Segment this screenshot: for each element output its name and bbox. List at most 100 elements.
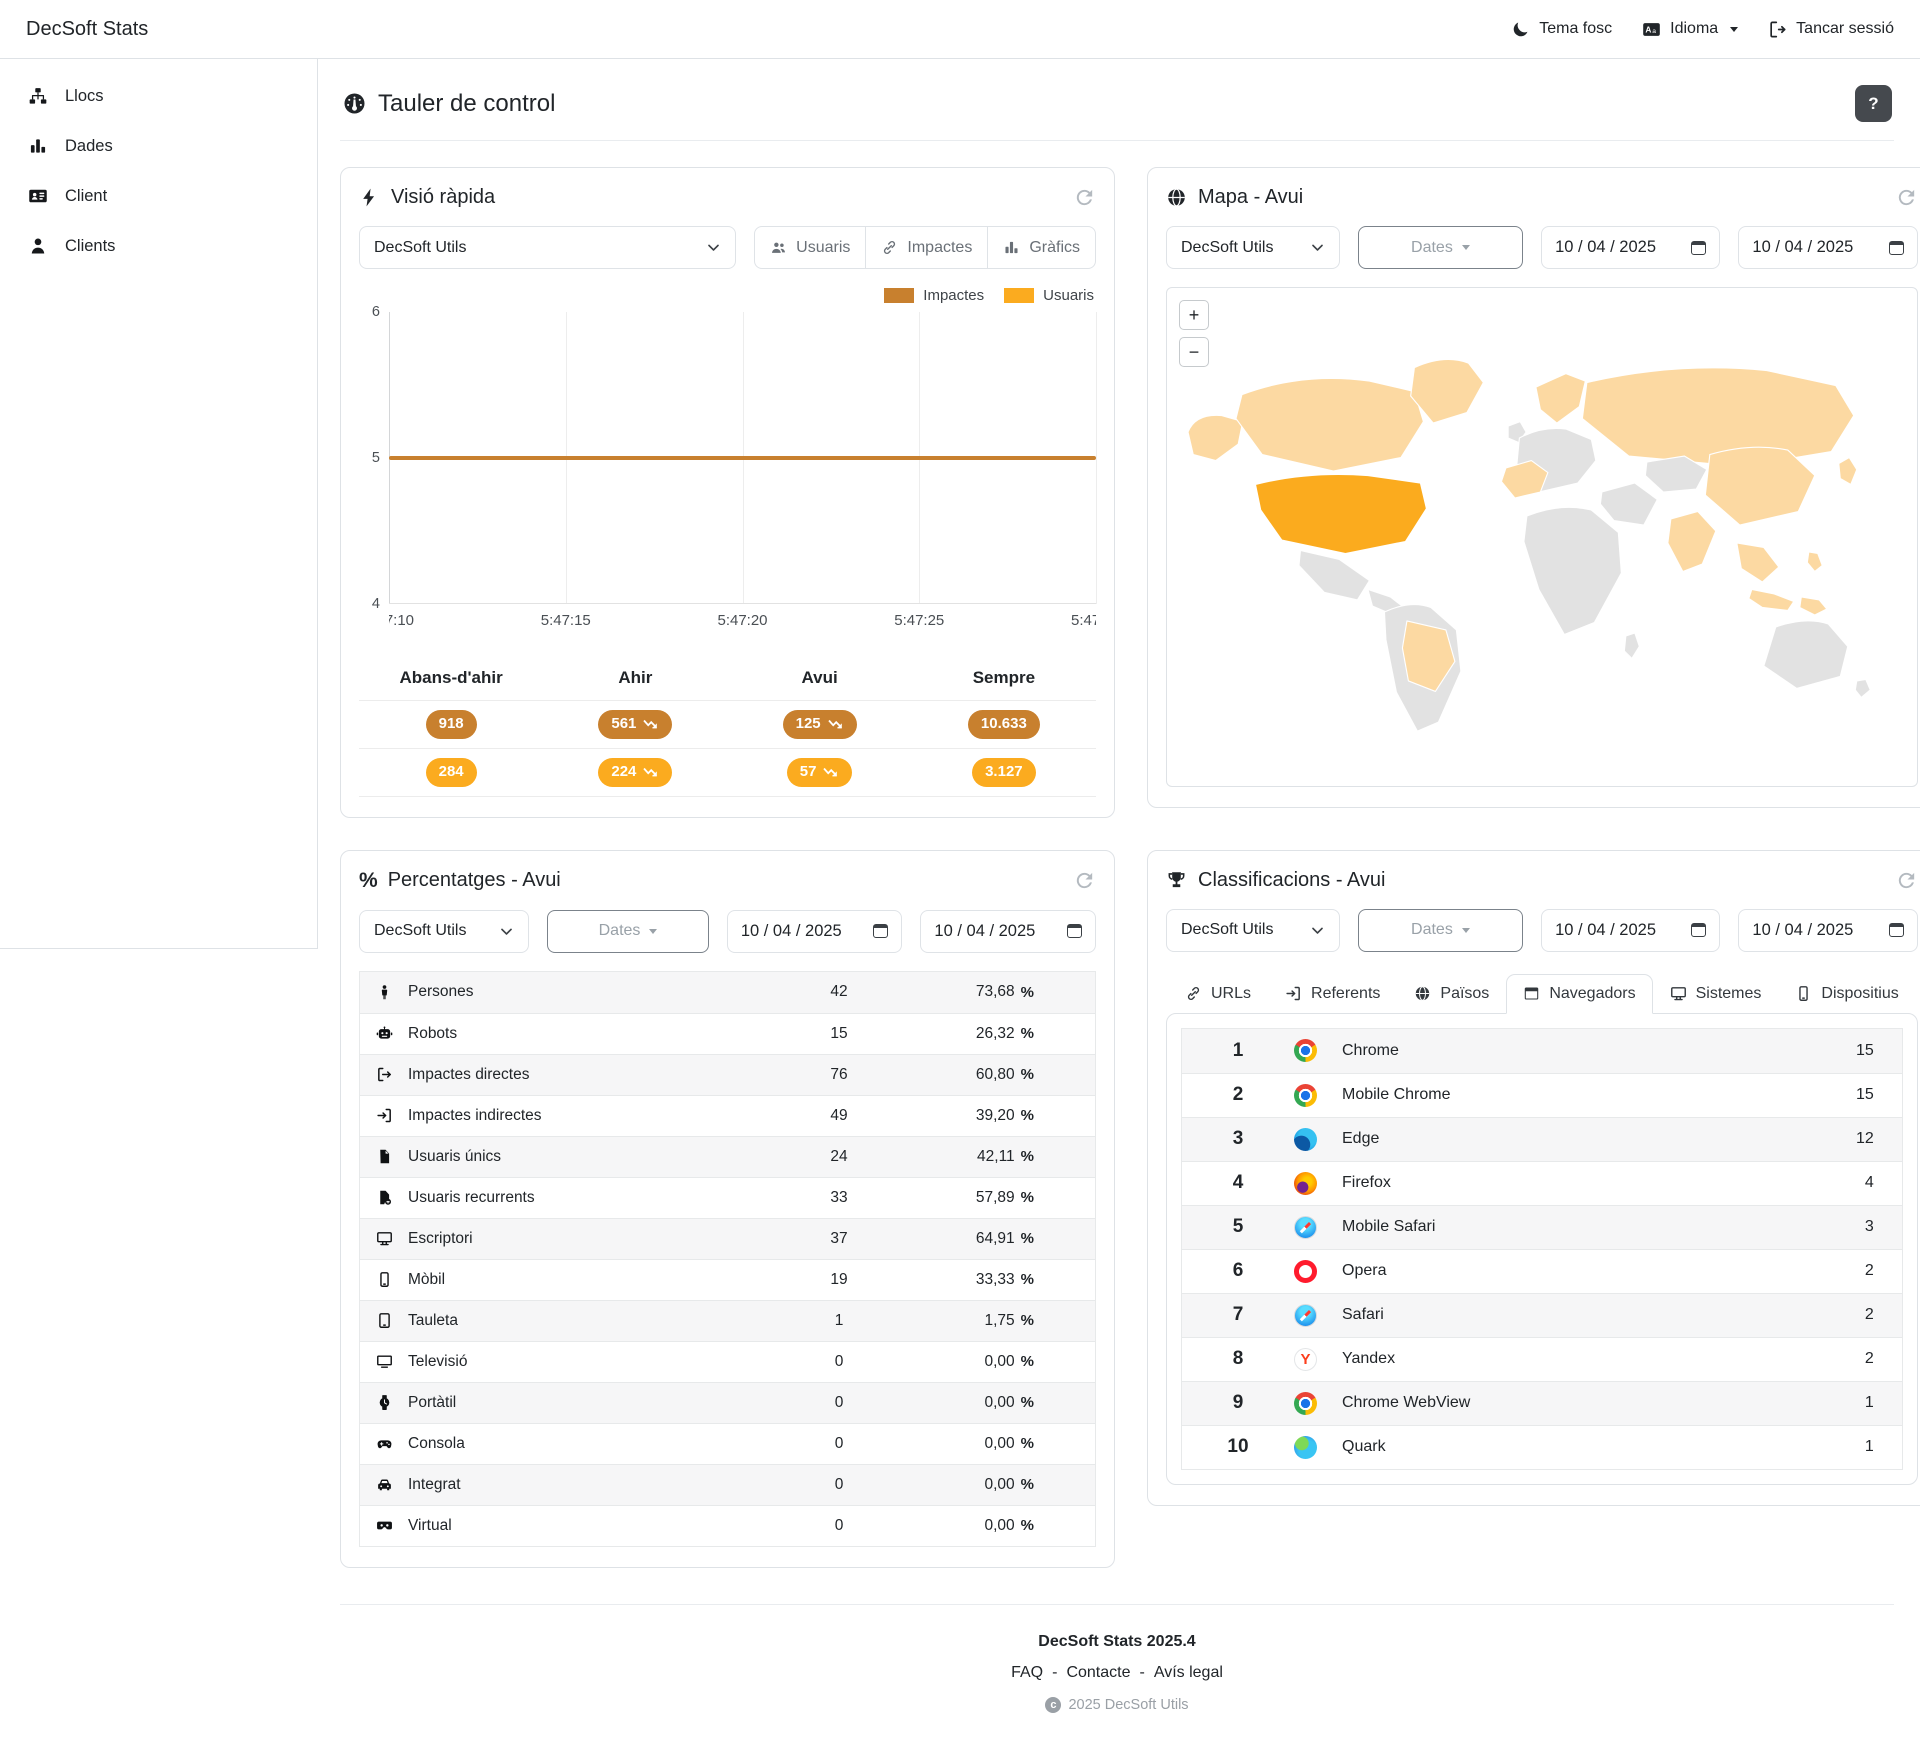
- table-row: 7 Safari 2: [1182, 1292, 1902, 1337]
- date-to-input[interactable]: 10 / 04 / 2025: [1738, 908, 1918, 952]
- impactes-button[interactable]: Impactes: [865, 226, 989, 269]
- grafics-button[interactable]: Gràfics: [987, 226, 1096, 269]
- x-axis-tick: 5:47:10: [389, 612, 415, 629]
- site-select[interactable]: DecSoft Utils: [359, 226, 737, 269]
- site-select[interactable]: DecSoft Utils: [1166, 226, 1340, 269]
- sidebar-item-client[interactable]: Client: [0, 171, 317, 221]
- rank-number: 4: [1232, 1172, 1244, 1193]
- browser-count: 15: [1855, 1086, 1874, 1103]
- metric-percent: 0,00%: [984, 1352, 1034, 1371]
- refresh-icon: [1895, 186, 1918, 209]
- calendar-icon: [1888, 240, 1904, 255]
- legal-link[interactable]: Avís legal: [1154, 1664, 1223, 1682]
- tab-sistemes[interactable]: Sistemes: [1653, 974, 1779, 1014]
- trophy-icon: [1166, 870, 1187, 891]
- quickview-chart: 6 5 4 5:47:10 5:47:15 5:47:: [372, 304, 1097, 636]
- metric-percent: 60,80%: [975, 1065, 1034, 1084]
- percent-icon: %: [1020, 1025, 1034, 1042]
- refresh-button[interactable]: [1895, 869, 1918, 892]
- robot-icon: [376, 1025, 393, 1042]
- browser-count: 4: [1864, 1174, 1874, 1191]
- date-to-input[interactable]: 10 / 04 / 2025: [920, 909, 1096, 953]
- date-to-input[interactable]: 10 / 04 / 2025: [1738, 226, 1918, 269]
- quickview-title: Visió ràpida: [359, 186, 495, 209]
- refresh-icon: [1895, 869, 1918, 892]
- x-axis-tick: 5:47:20: [717, 612, 768, 629]
- date-from-input[interactable]: 10 / 04 / 2025: [1541, 226, 1721, 269]
- browser-name: Yandex: [1342, 1350, 1396, 1367]
- app-brand: DecSoft Stats: [26, 17, 149, 40]
- link-icon: [881, 239, 898, 256]
- tab-referents[interactable]: Referents: [1268, 974, 1397, 1014]
- desktop-icon: [376, 1230, 393, 1247]
- sidebar-item-llocs[interactable]: Llocs: [0, 71, 317, 121]
- contact-link[interactable]: Contacte: [1066, 1664, 1130, 1682]
- sidebar-item-label: Client: [65, 186, 108, 205]
- sitemap-icon: [28, 86, 48, 106]
- metric-percent: 39,20%: [975, 1106, 1034, 1125]
- y-axis-tick: 6: [371, 304, 380, 320]
- metric-label: Usuaris únics: [408, 1147, 502, 1165]
- world-map-svg: [1187, 358, 1871, 732]
- language-menu[interactable]: Idioma: [1642, 20, 1739, 39]
- usuaris-button[interactable]: Usuaris: [754, 226, 867, 269]
- metric-count: 1: [834, 1311, 844, 1329]
- tv-icon: [376, 1353, 393, 1370]
- map-zoom-in-button[interactable]: +: [1179, 300, 1209, 330]
- table-row: 10 Quark 1: [1182, 1424, 1902, 1469]
- legend-swatch: [1004, 288, 1035, 303]
- map-zoom-out-button[interactable]: −: [1179, 337, 1209, 367]
- table-row: Integrat 0 0,00%: [360, 1463, 1095, 1505]
- safari-icon: [1294, 1303, 1317, 1327]
- faq-link[interactable]: FAQ: [1011, 1664, 1043, 1682]
- trend-down-icon: [823, 766, 839, 778]
- table-row: Tauleta 1 1,75%: [360, 1299, 1095, 1341]
- help-button[interactable]: ?: [1855, 85, 1892, 122]
- file-plus-icon: [376, 1189, 393, 1206]
- sidebar-item-dades[interactable]: Dades: [0, 121, 317, 171]
- dates-dropdown-button[interactable]: Dates: [1357, 226, 1524, 269]
- metric-label: Impactes directes: [408, 1065, 530, 1083]
- desktop-icon: [1670, 985, 1687, 1002]
- theme-toggle[interactable]: Tema fosc: [1511, 20, 1612, 39]
- refresh-button[interactable]: [1073, 869, 1096, 892]
- trend-down-icon: [643, 766, 659, 778]
- top-navbar: DecSoft Stats Tema fosc Idioma Tancar se…: [0, 0, 1920, 59]
- site-select[interactable]: DecSoft Utils: [1166, 908, 1340, 952]
- link-icon: [1185, 985, 1202, 1002]
- browser-name: Mobile Chrome: [1342, 1086, 1451, 1103]
- main-content: Tauler de control ? Visió ràpida DecSoft…: [318, 59, 1920, 1747]
- chevron-down-icon: [1461, 927, 1470, 933]
- metric-count: 24: [830, 1147, 848, 1165]
- x-axis-labels: 5:47:10 5:47:15 5:47:20 5:47:25 5:47:30: [389, 612, 1096, 636]
- metric-count: 0: [834, 1516, 844, 1534]
- tab-paisos[interactable]: Països: [1397, 974, 1506, 1014]
- metric-label: Usuaris recurrents: [408, 1188, 535, 1206]
- metric-percent: 0,00%: [984, 1393, 1034, 1412]
- dates-dropdown-button[interactable]: Dates: [1357, 908, 1524, 952]
- browser-count: 3: [1864, 1218, 1874, 1235]
- tab-navegadors[interactable]: Navegadors: [1506, 973, 1653, 1014]
- watch-icon: [376, 1394, 393, 1411]
- quark-icon: [1294, 1435, 1317, 1459]
- date-from-input[interactable]: 10 / 04 / 2025: [726, 909, 903, 953]
- tab-dispositius[interactable]: Dispositius: [1778, 974, 1915, 1014]
- refresh-button[interactable]: [1895, 186, 1918, 209]
- logout-button[interactable]: Tancar sessió: [1768, 20, 1894, 39]
- sign-in-icon: [1285, 985, 1302, 1002]
- site-select[interactable]: DecSoft Utils: [359, 909, 530, 953]
- dates-dropdown-button[interactable]: Dates: [547, 909, 709, 953]
- browser-name: Quark: [1342, 1438, 1386, 1455]
- browsers-tab-panel: 1 Chrome 15 2 Mobile Chrome 15 3 Edge 12…: [1166, 1012, 1918, 1485]
- metric-percent: 0,00%: [984, 1516, 1034, 1535]
- world-map[interactable]: + −: [1166, 287, 1918, 787]
- percent-icon: %: [1020, 1066, 1034, 1083]
- y-axis-tick: 5: [371, 450, 380, 466]
- table-row: Televisió 0 0,00%: [360, 1340, 1095, 1382]
- refresh-button[interactable]: [1073, 186, 1096, 209]
- sidebar-item-clients[interactable]: Clients: [0, 221, 317, 271]
- date-from-input[interactable]: 10 / 04 / 2025: [1541, 908, 1721, 952]
- percentages-card: % Percentatges - Avui DecSoft Utils Date…: [340, 849, 1115, 1568]
- calendar-icon: [1067, 924, 1082, 938]
- tab-urls[interactable]: URLs: [1168, 974, 1268, 1014]
